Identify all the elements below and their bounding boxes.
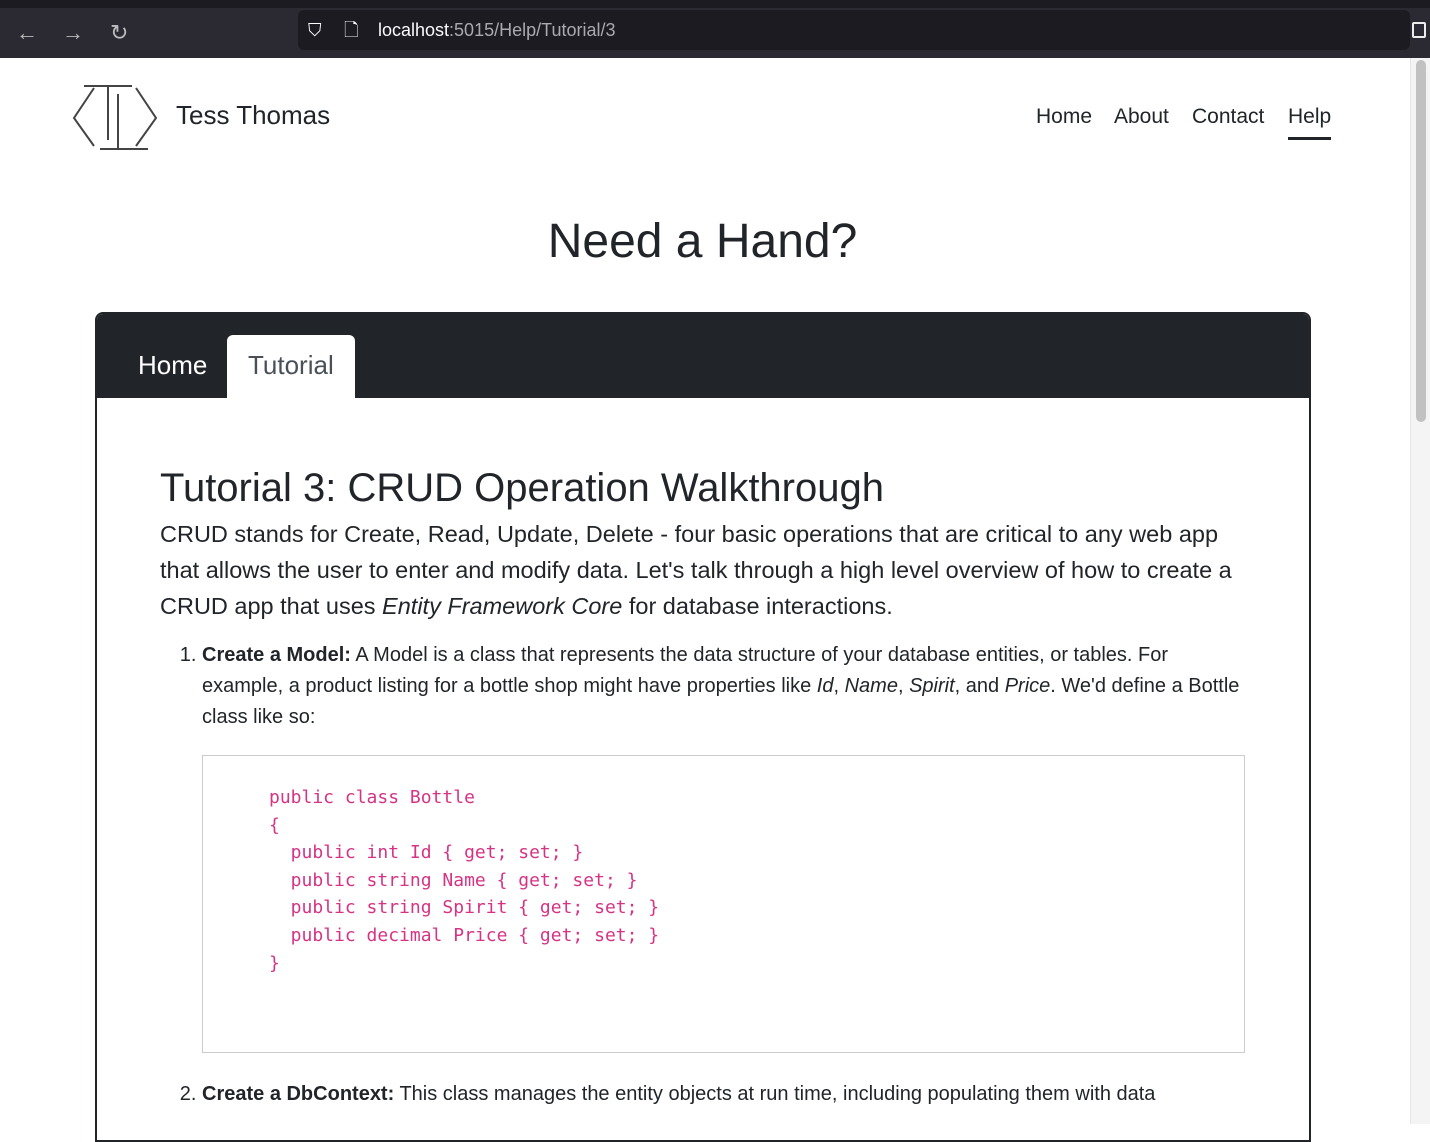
steps-list: Create a Model: A Model is a class that … xyxy=(160,640,1250,1110)
help-card: Home Tutorial Tutorial 3: CRUD Operation… xyxy=(95,312,1311,1142)
intro-paragraph: CRUD stands for Create, Read, Update, De… xyxy=(160,516,1250,624)
step-heading: Create a Model: xyxy=(202,644,351,666)
nav-help[interactable]: Help xyxy=(1288,105,1332,140)
prop-spirit: Spirit xyxy=(909,675,955,697)
code-block: public class Bottle { public int Id { ge… xyxy=(202,755,1245,1053)
tutorial-title: Tutorial 3: CRUD Operation Walkthrough xyxy=(160,466,884,510)
page-title: Need a Hand? xyxy=(547,215,858,268)
sep: , xyxy=(897,675,910,697)
intro-emphasis: Entity Framework Core xyxy=(382,593,623,619)
scrollbar-thumb[interactable] xyxy=(1416,60,1426,422)
url-path: :5015/Help/Tutorial/3 xyxy=(449,20,616,40)
shield-icon[interactable]: ⛉ xyxy=(308,10,322,50)
intro-text-end: for database interactions. xyxy=(622,593,893,619)
step-create-dbcontext: Create a DbContext: This class manages t… xyxy=(202,1079,1250,1110)
nav-about[interactable]: About xyxy=(1114,105,1169,129)
step-heading: Create a DbContext: xyxy=(202,1083,395,1105)
browser-toolbar: ← → ↻ ⛉ 🗋 localhost:5015/Help/Tutorial/3 xyxy=(0,0,1430,58)
url-host: localhost xyxy=(378,20,450,40)
page-icon: 🗋 xyxy=(344,20,359,40)
sep: , xyxy=(833,675,845,697)
prop-name: Name xyxy=(844,675,898,697)
forward-icon[interactable]: → xyxy=(62,20,84,46)
card-tabs: Home Tutorial xyxy=(97,314,1309,398)
address-bar[interactable]: ⛉ 🗋 localhost:5015/Help/Tutorial/3 xyxy=(298,10,1410,50)
scrollbar[interactable] xyxy=(1410,58,1430,1124)
prop-id: Id xyxy=(816,675,834,697)
nav-contact[interactable]: Contact xyxy=(1192,105,1264,129)
back-icon[interactable]: ← xyxy=(16,20,38,46)
prop-price: Price xyxy=(1004,675,1051,697)
tutorial-content: Tutorial 3: CRUD Operation Walkthrough C… xyxy=(160,464,1250,1120)
tab-home[interactable]: Home xyxy=(117,335,228,398)
nav-home[interactable]: Home xyxy=(1036,105,1092,129)
step-text: This class manages the entity objects at… xyxy=(394,1083,1156,1105)
reload-icon[interactable]: ↻ xyxy=(110,20,128,46)
brand-name[interactable]: Tess Thomas xyxy=(176,100,330,131)
sep: , and xyxy=(954,675,1005,697)
reader-view-icon[interactable] xyxy=(1412,22,1426,38)
logo-icon[interactable] xyxy=(72,84,158,152)
tab-tutorial[interactable]: Tutorial xyxy=(227,335,355,398)
step-create-model: Create a Model: A Model is a class that … xyxy=(202,640,1250,1053)
